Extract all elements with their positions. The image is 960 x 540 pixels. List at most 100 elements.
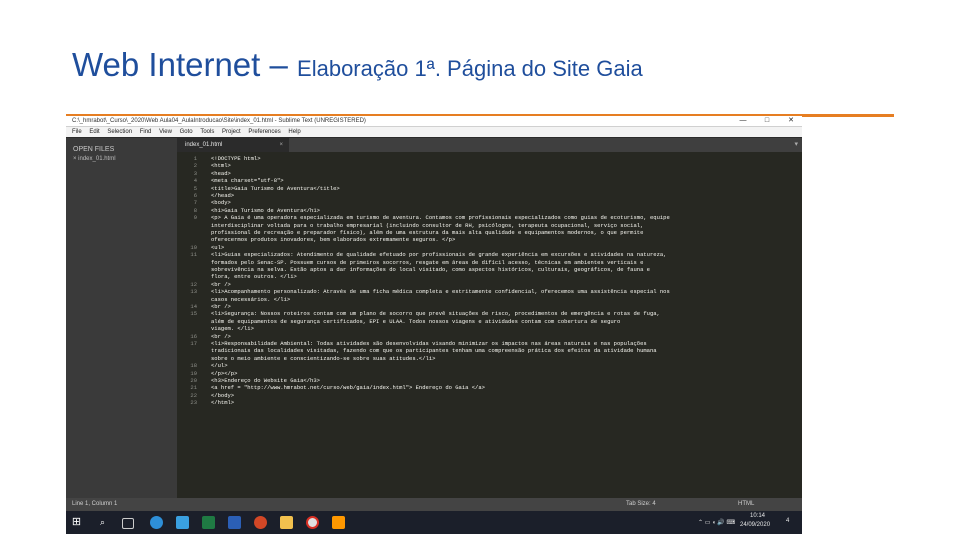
slide-title-sub: Elaboração 1ª. Página do Site Gaia — [297, 56, 643, 81]
menu-file[interactable]: File — [72, 127, 82, 137]
code-line: <a href = "http://www.hmrabot.net/curso/… — [211, 384, 485, 392]
line-number: 6 — [193, 192, 197, 199]
chrome-icon[interactable] — [306, 516, 319, 529]
notification-badge[interactable]: 4 — [786, 518, 789, 524]
powerpoint-icon[interactable] — [254, 516, 267, 529]
menu-preferences[interactable]: Preferences — [248, 127, 280, 137]
code-line: </body> — [211, 391, 235, 399]
code-line: <li>Responsabilidade Ambiental: Todas at… — [211, 340, 647, 347]
status-tab-size[interactable]: Tab Size: 4 — [626, 498, 656, 511]
status-syntax[interactable]: HTML — [738, 498, 754, 511]
window-titlebar: C:\_hmrabot\_Curso\_2020\Web Aula04_Aula… — [66, 116, 802, 127]
code-line: <!DOCTYPE html> — [211, 155, 261, 162]
line-number: 4 — [193, 177, 197, 185]
menu-bar: File Edit Selection Find View Goto Tools… — [66, 127, 802, 137]
line-number: 7 — [193, 199, 197, 207]
line-number: 16 — [190, 332, 197, 340]
tab-bar: index_01.html × ▾ — [177, 138, 802, 152]
app-icon[interactable] — [176, 516, 189, 529]
line-number: 22 — [190, 391, 197, 399]
line-number: 20 — [190, 377, 197, 384]
code-line: <br /> — [211, 280, 231, 288]
code-line: <p> A Gaia é uma operadora especializada… — [211, 214, 670, 222]
line-number: 17 — [190, 340, 197, 347]
line-gutter: 1 2 3 4 5 6 7 8 9 10 11 12 13 14 15 16 17 18 19 20 21 22 23 — [177, 152, 207, 498]
code-line: <br /> — [211, 332, 231, 340]
line-number: 8 — [193, 206, 197, 214]
taskbar-date: 24/09/2020 — [740, 522, 771, 528]
code-line: interdisciplinar voltada para o trabalho… — [211, 221, 644, 229]
code-line: </head> — [211, 192, 235, 199]
code-line: <title>Gaia Turismo de Aventura</title> — [211, 184, 340, 192]
tab-close-icon[interactable]: × — [279, 138, 283, 152]
tab-label: index_01.html — [185, 142, 223, 148]
code-line: viagem. </li> — [211, 325, 254, 333]
task-view-icon[interactable] — [122, 518, 134, 529]
edge-icon[interactable] — [150, 516, 163, 529]
code-line: <h1>Gaia Turismo de Aventura</h1> — [211, 206, 320, 214]
line-number: 14 — [190, 303, 197, 310]
slide-title-main: Web Internet – — [72, 46, 298, 83]
line-number: 3 — [193, 169, 197, 177]
sublime-text-icon[interactable] — [332, 516, 345, 529]
line-number: 23 — [190, 399, 197, 407]
tab-dropdown-icon[interactable]: ▾ — [794, 138, 798, 152]
status-bar: Line 1, Column 1 Tab Size: 4 HTML — [66, 498, 802, 511]
line-number: 12 — [190, 280, 197, 288]
taskbar: ⊞ ⌕ ⌃ ▭ ◖ 🔊 ⌨ 10:14 24/09/2020 4 — [66, 511, 802, 534]
code-line: </p></p> — [211, 369, 238, 377]
code-line: oferecermos produtos inovadores, bem ela… — [211, 236, 456, 244]
line-number: 21 — [190, 384, 197, 392]
tray-icons[interactable]: ⌃ ▭ ◖ 🔊 ⌨ — [698, 519, 735, 526]
code-editor[interactable]: 1 2 3 4 5 6 7 8 9 10 11 12 13 14 15 16 17 18 19 20 21 22 23 <!… — [177, 152, 802, 498]
close-button[interactable]: ✕ — [782, 116, 800, 126]
code-line: <meta charset="utf-8"> — [211, 177, 284, 185]
line-number: 10 — [190, 243, 197, 251]
line-number: 9 — [193, 214, 197, 222]
menu-selection[interactable]: Selection — [107, 127, 132, 137]
menu-edit[interactable]: Edit — [89, 127, 99, 137]
excel-icon[interactable] — [202, 516, 215, 529]
open-file-item[interactable]: × index_01.html — [73, 156, 116, 162]
code-line: sobrevivência na selva. Estão aptos a da… — [211, 266, 650, 273]
line-number: 15 — [190, 310, 197, 318]
line-number: 18 — [190, 362, 197, 370]
line-number: 11 — [190, 251, 197, 259]
code-line: </ul> — [211, 362, 228, 370]
code-line: flora, entre outros. </li> — [211, 273, 297, 281]
line-number: 2 — [193, 162, 197, 170]
tab-index-01[interactable]: index_01.html × — [177, 138, 289, 152]
menu-help[interactable]: Help — [288, 127, 300, 137]
slide-title: Web Internet – Elaboração 1ª. Página do … — [72, 46, 643, 84]
search-icon[interactable]: ⌕ — [96, 516, 109, 529]
open-files-header: OPEN FILES — [73, 146, 115, 153]
code-line: <li>Guias especializados: Atendimento de… — [211, 251, 667, 259]
maximize-button[interactable]: □ — [758, 116, 776, 126]
menu-project[interactable]: Project — [222, 127, 241, 137]
menu-tools[interactable]: Tools — [200, 127, 214, 137]
taskbar-time: 10:14 — [750, 513, 766, 519]
minimize-button[interactable]: — — [734, 116, 752, 126]
code-line: tradicionais das localidades visitadas, … — [211, 347, 657, 355]
line-number: 13 — [190, 288, 197, 296]
menu-find[interactable]: Find — [140, 127, 152, 137]
sidebar: OPEN FILES × index_01.html — [66, 138, 177, 498]
code-line: <body> — [211, 199, 231, 207]
code-line: <head> — [211, 169, 231, 177]
file-explorer-icon[interactable] — [280, 516, 293, 529]
code-line: além de equipamentos de segurança certif… — [211, 317, 621, 325]
code-line: <h3>Endereço do Website Gaia</h3> — [211, 377, 320, 384]
menu-view[interactable]: View — [159, 127, 172, 137]
code-line: <ul> — [211, 243, 225, 251]
code-line: <li>Segurança: Nossos roteiros contam co… — [211, 310, 660, 318]
line-number: 1 — [193, 155, 197, 162]
word-icon[interactable] — [228, 516, 241, 529]
code-line: profissional de recreação e preparador f… — [211, 229, 644, 236]
line-number: 5 — [193, 184, 197, 192]
windows-logo-icon[interactable]: ⊞ — [70, 516, 83, 529]
code-line: sobre o meio ambiente e conscientizando-… — [211, 354, 436, 362]
code-line: </html> — [211, 399, 235, 407]
screenshot: C:\_hmrabot\_Curso\_2020\Web Aula04_Aula… — [66, 116, 802, 534]
code-line: <html> — [211, 162, 231, 170]
menu-goto[interactable]: Goto — [180, 127, 193, 137]
